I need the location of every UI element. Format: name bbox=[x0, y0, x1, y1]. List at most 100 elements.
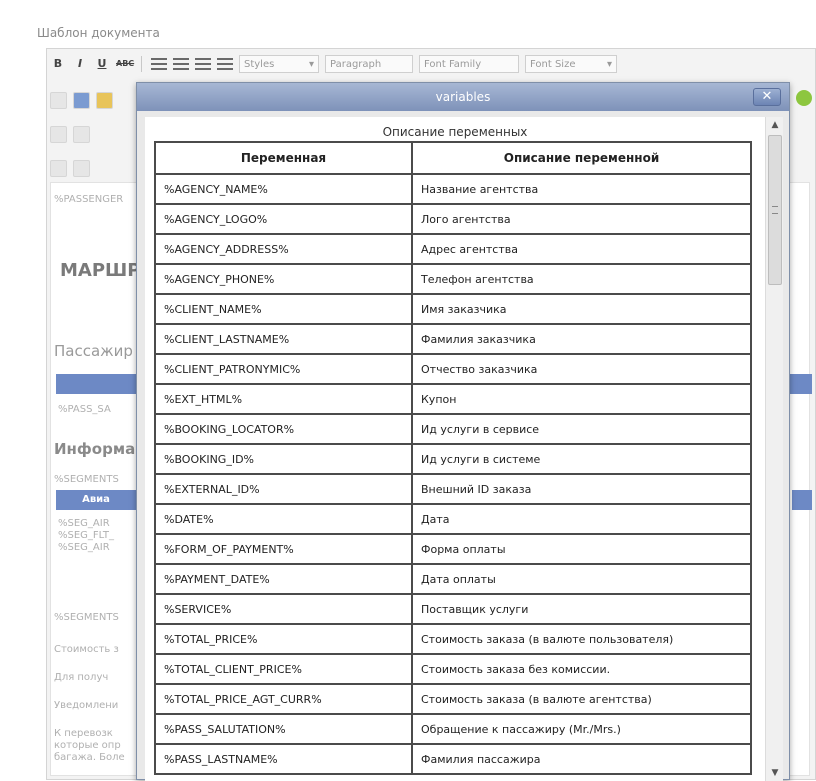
variable-description-cell: Имя заказчика bbox=[411, 293, 752, 325]
variables-dialog: variables ✕ Описание переменных Переменн… bbox=[136, 82, 790, 781]
table-caption: Описание переменных bbox=[382, 125, 528, 139]
editor-var-segments-end: %SEGMENTS bbox=[54, 612, 119, 623]
font-family-select-value: Font Family bbox=[424, 58, 482, 70]
scroll-down-icon[interactable]: ▼ bbox=[766, 765, 784, 781]
variable-name-cell: %BOOKING_LOCATOR% bbox=[154, 413, 413, 445]
font-size-select-value: Font Size bbox=[530, 58, 576, 70]
table-row: %EXT_HTML% Купон bbox=[154, 383, 752, 415]
variable-description-cell: Ид услуги в сервисе bbox=[411, 413, 752, 445]
strikethrough-button[interactable]: ABC bbox=[116, 56, 134, 72]
variable-name-cell: %PASS_LASTNAME% bbox=[154, 743, 413, 775]
table-icon[interactable] bbox=[73, 125, 90, 143]
misc-toolbar bbox=[50, 156, 90, 180]
variable-name-cell: %PAYMENT_DATE% bbox=[154, 563, 413, 595]
underline-button[interactable]: U bbox=[94, 56, 110, 72]
table-row: %BOOKING_ID% Ид услуги в системе bbox=[154, 443, 752, 475]
variable-name-cell: %AGENCY_PHONE% bbox=[154, 263, 413, 295]
editor-var-seg-air: %SEG_AIR bbox=[58, 518, 110, 529]
scroll-up-icon[interactable]: ▲ bbox=[766, 117, 784, 133]
table-row: %CLIENT_PATRONYMIC% Отчество заказчика bbox=[154, 353, 752, 385]
align-left-icon[interactable] bbox=[151, 58, 167, 70]
align-right-icon[interactable] bbox=[195, 58, 211, 70]
variable-name-cell: %DATE% bbox=[154, 503, 413, 535]
passenger-table-header bbox=[56, 374, 136, 394]
variable-name-cell: %EXT_HTML% bbox=[154, 383, 413, 415]
variable-description-cell: Обращение к пассажиру (Mr./Mrs.) bbox=[411, 713, 752, 745]
variable-description-cell: Купон bbox=[411, 383, 752, 415]
visual-aid-icon[interactable] bbox=[73, 159, 90, 177]
variable-name-cell: %TOTAL_PRICE% bbox=[154, 623, 413, 655]
select-all-icon[interactable] bbox=[50, 159, 67, 177]
table-row: %AGENCY_NAME% Название агентства bbox=[154, 173, 752, 205]
table-row: %TOTAL_CLIENT_PRICE% Стоимость заказа без… bbox=[154, 653, 752, 685]
align-justify-icon[interactable] bbox=[217, 58, 233, 70]
bold-button[interactable]: B bbox=[50, 56, 66, 72]
variable-description-cell: Стоимость заказа (в валюте агентства) bbox=[411, 683, 752, 715]
variable-name-cell: %TOTAL_PRICE_AGT_CURR% bbox=[154, 683, 413, 715]
editor-heading-passengers: Пассажир bbox=[54, 342, 133, 360]
variable-name-cell: %TOTAL_CLIENT_PRICE% bbox=[154, 653, 413, 685]
paste-icon[interactable] bbox=[96, 91, 113, 109]
variable-description-cell: Стоимость заказа без комиссии. bbox=[411, 653, 752, 685]
toolbar-divider bbox=[141, 56, 142, 72]
table-row: %SERVICE% Поставщик услуги bbox=[154, 593, 752, 625]
font-family-select[interactable]: Font Family bbox=[419, 55, 519, 73]
styles-select[interactable]: Styles ▾ bbox=[239, 55, 319, 73]
cut-icon[interactable] bbox=[50, 91, 67, 109]
dialog-scrollbar[interactable]: ▲ ▼ bbox=[765, 117, 783, 781]
variable-name-cell: %PASS_SALUTATION% bbox=[154, 713, 413, 745]
editor-text-baggage: багажа. Боле bbox=[54, 752, 125, 763]
table-row: %PASS_LASTNAME% Фамилия пассажира bbox=[154, 743, 752, 775]
segment-col-flight: Авиа bbox=[82, 494, 110, 505]
variable-description-cell: Дата bbox=[411, 503, 752, 535]
paragraph-select[interactable]: Paragraph bbox=[325, 55, 413, 73]
editor-heading-info: Информац bbox=[54, 440, 147, 458]
dialog-titlebar[interactable]: variables ✕ bbox=[137, 83, 789, 111]
variable-name-cell: %EXTERNAL_ID% bbox=[154, 473, 413, 505]
variable-name-cell: %CLIENT_LASTNAME% bbox=[154, 323, 413, 355]
italic-button[interactable]: I bbox=[72, 56, 88, 72]
formatting-toolbar: B I U ABC Styles ▾ Paragraph Font Family … bbox=[50, 52, 617, 76]
variable-description-cell: Внешний ID заказа bbox=[411, 473, 752, 505]
insert-toolbar bbox=[50, 122, 90, 146]
editor-var-pass-sa: %PASS_SA bbox=[58, 404, 111, 415]
table-row: %PASS_SALUTATION% Обращение к пассажиру (… bbox=[154, 713, 752, 745]
variable-name-cell: %BOOKING_ID% bbox=[154, 443, 413, 475]
page-title: Шаблон документа bbox=[37, 26, 160, 40]
table-row: %BOOKING_LOCATOR% Ид услуги в сервисе bbox=[154, 413, 752, 445]
dialog-content: Описание переменных Переменная Описание … bbox=[145, 117, 765, 781]
variable-name-cell: %AGENCY_LOGO% bbox=[154, 203, 413, 235]
align-center-icon[interactable] bbox=[173, 58, 189, 70]
image-icon[interactable] bbox=[50, 125, 67, 143]
editor-var-seg-air-2: %SEG_AIR bbox=[58, 542, 110, 553]
variable-name-cell: %SERVICE% bbox=[154, 593, 413, 625]
font-size-select[interactable]: Font Size ▾ bbox=[525, 55, 617, 73]
table-row: %AGENCY_ADDRESS% Адрес агентства bbox=[154, 233, 752, 265]
table-row: %TOTAL_PRICE_AGT_CURR% Стоимость заказа (… bbox=[154, 683, 752, 715]
header-variable: Переменная bbox=[154, 141, 413, 175]
table-row: %CLIENT_LASTNAME% Фамилия заказчика bbox=[154, 323, 752, 355]
variable-description-cell: Поставщик услуги bbox=[411, 593, 752, 625]
variable-description-cell: Форма оплаты bbox=[411, 533, 752, 565]
chevron-down-icon: ▾ bbox=[308, 58, 314, 70]
variable-description-cell: Фамилия пассажира bbox=[411, 743, 752, 775]
variable-description-cell: Название агентства bbox=[411, 173, 752, 205]
variables-table: Переменная Описание переменной %AGENCY_N… bbox=[154, 141, 752, 775]
green-action-icon[interactable] bbox=[796, 90, 812, 106]
variable-description-cell: Отчество заказчика bbox=[411, 353, 752, 385]
close-icon[interactable]: ✕ bbox=[753, 88, 781, 106]
paragraph-select-value: Paragraph bbox=[330, 58, 382, 70]
editor-var-seg-flt: %SEG_FLT_ bbox=[58, 530, 114, 541]
copy-icon[interactable] bbox=[73, 91, 90, 109]
variable-name-cell: %AGENCY_ADDRESS% bbox=[154, 233, 413, 265]
variable-name-cell: %CLIENT_NAME% bbox=[154, 293, 413, 325]
variable-description-cell: Ид услуги в системе bbox=[411, 443, 752, 475]
scrollbar-thumb[interactable] bbox=[768, 135, 782, 285]
variable-description-cell: Стоимость заказа (в валюте пользователя) bbox=[411, 623, 752, 655]
variable-name-cell: %CLIENT_PATRONYMIC% bbox=[154, 353, 413, 385]
editor-var-segments: %SEGMENTS bbox=[54, 474, 119, 485]
grip-icon bbox=[772, 206, 778, 214]
variable-name-cell: %AGENCY_NAME% bbox=[154, 173, 413, 205]
styles-select-value: Styles bbox=[244, 58, 275, 70]
variable-description-cell: Дата оплаты bbox=[411, 563, 752, 595]
